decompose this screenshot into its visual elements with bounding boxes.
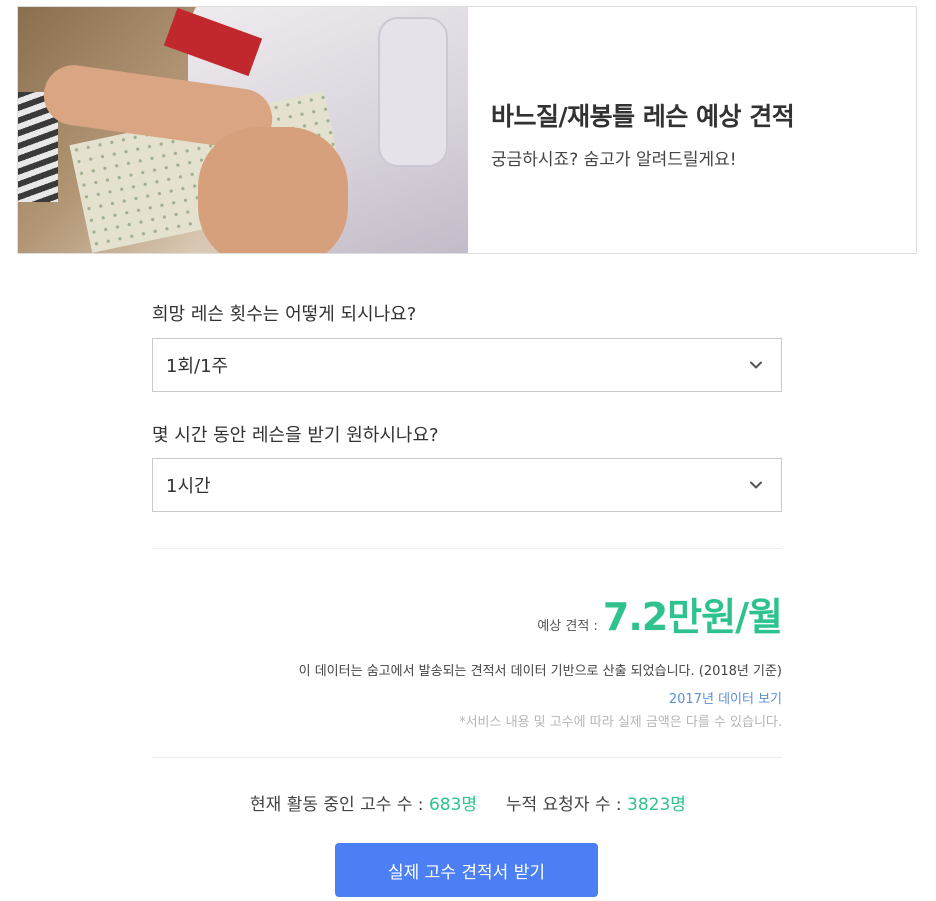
divider bbox=[152, 757, 782, 758]
banner-title: 바느질/재봉틀 레슨 예상 견적 bbox=[491, 102, 795, 131]
lesson-duration-value: 1시간 bbox=[166, 476, 211, 497]
active-pros-count: 683명 bbox=[428, 795, 478, 815]
prev-data-link[interactable]: 2017년 데이터 보기 bbox=[152, 688, 782, 707]
get-quotes-button[interactable]: 실제 고수 견적서 받기 bbox=[335, 843, 598, 897]
banner-subtitle: 궁금하시죠? 숨고가 알려드릴게요! bbox=[491, 150, 737, 170]
estimate-row: 예상 견적 : 7.2만원/월 bbox=[152, 586, 783, 641]
lesson-duration-select[interactable]: 1시간 bbox=[152, 458, 782, 512]
estimate-label: 예상 견적 : bbox=[537, 619, 598, 634]
data-source-note: 이 데이터는 숨고에서 발송되는 견적서 데이터 기반으로 산출 되었습니다. … bbox=[298, 664, 782, 679]
lesson-frequency-label: 희망 레슨 횟수는 어떻게 되시나요? bbox=[152, 304, 417, 325]
lesson-frequency-select[interactable]: 1회/1주 bbox=[152, 338, 782, 392]
lesson-duration-label: 몇 시간 동안 레슨을 받기 원하시나요? bbox=[152, 425, 439, 446]
price-disclaimer: *서비스 내용 및 고수에 따라 실제 금액은 다를 수 있습니다. bbox=[459, 715, 782, 730]
requesters-label: 누적 요청자 수 : bbox=[505, 795, 622, 815]
sewing-machine-photo bbox=[18, 7, 468, 253]
divider bbox=[152, 548, 782, 549]
estimate-value: 7.2만원/월 bbox=[602, 595, 783, 639]
chevron-down-icon bbox=[750, 481, 762, 489]
lesson-frequency-value: 1회/1주 bbox=[166, 356, 229, 377]
hero-banner: 바느질/재봉틀 레슨 예상 견적 궁금하시죠? 숨고가 알려드릴게요! bbox=[17, 6, 917, 254]
chevron-down-icon bbox=[750, 361, 762, 369]
requesters-count: 3823명 bbox=[627, 795, 686, 815]
active-pros-label: 현재 활동 중인 고수 수 : bbox=[250, 795, 424, 815]
stats-row: 현재 활동 중인 고수 수 : 683명 누적 요청자 수 : 3823명 bbox=[0, 790, 936, 815]
